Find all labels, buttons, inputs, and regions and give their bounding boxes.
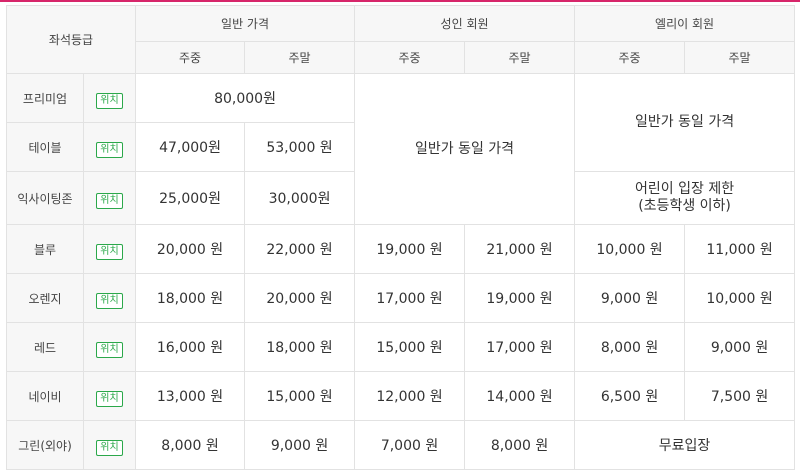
table-row: 레드 위치 16,000 원 18,000 원 15,000 원 17,000 … (6, 322, 796, 372)
price-cell: 30,000원 (244, 171, 356, 225)
price-cell: 8,000 원 (464, 420, 576, 470)
price-cell: 14,000 원 (464, 371, 576, 421)
general-price-header: 일반 가격 (135, 5, 356, 42)
adult-weekend-header: 주말 (464, 41, 576, 74)
kids-weekend-header: 주말 (684, 41, 796, 74)
location-cell: 위치 (82, 420, 137, 470)
seat-price-table: 좌석등급 일반 가격 성인 회원 엘리이 회원 주중 주말 주중 주말 주중 주… (5, 5, 796, 470)
seat-name: 레드 (6, 322, 84, 372)
location-cell: 위치 (82, 224, 137, 274)
general-weekend-header: 주말 (244, 41, 356, 74)
location-button[interactable]: 위치 (96, 341, 123, 358)
price-cell: 9,000 원 (244, 420, 356, 470)
price-cell: 10,000 원 (574, 224, 686, 274)
price-cell: 19,000 원 (464, 273, 576, 323)
table-row: 그린(외야) 위치 8,000 원 9,000 원 7,000 원 8,000 … (6, 420, 796, 470)
top-accent-line (0, 0, 800, 2)
price-cell: 18,000 원 (244, 322, 356, 372)
seat-name: 오렌지 (6, 273, 84, 323)
price-cell: 25,000원 (135, 171, 246, 225)
price-cell: 17,000 원 (464, 322, 576, 372)
kids-member-header: 엘리이 회원 (574, 5, 796, 42)
seat-name: 익사이팅존 (6, 171, 84, 225)
location-cell: 위치 (82, 73, 137, 123)
adult-member-header: 성인 회원 (354, 5, 576, 42)
price-cell: 18,000 원 (135, 273, 246, 323)
kids-same-as-general: 일반가 동일 가격 (574, 73, 796, 172)
location-button[interactable]: 위치 (96, 439, 123, 456)
price-cell: 15,000 원 (354, 322, 466, 372)
price-cell: 22,000 원 (244, 224, 356, 274)
seat-name: 프리미엄 (6, 73, 84, 123)
price-cell: 7,000 원 (354, 420, 466, 470)
price-cell: 16,000 원 (135, 322, 246, 372)
seat-grade-header: 좌석등급 (5, 5, 137, 74)
location-cell: 위치 (82, 171, 137, 225)
kids-free-entry: 무료입장 (574, 420, 796, 470)
price-cell: 20,000 원 (135, 224, 246, 274)
table-row: 오렌지 위치 18,000 원 20,000 원 17,000 원 19,000… (6, 273, 796, 323)
price-cell: 11,000 원 (684, 224, 796, 274)
adult-weekday-header: 주중 (354, 41, 466, 74)
location-button[interactable]: 위치 (96, 243, 123, 260)
price-cell: 8,000 원 (574, 322, 686, 372)
kids-restriction-line1: 어린이 입장 제한 (635, 181, 735, 197)
location-cell: 위치 (82, 122, 137, 172)
price-cell: 20,000 원 (244, 273, 356, 323)
table-row: 네이비 위치 13,000 원 15,000 원 12,000 원 14,000… (6, 371, 796, 421)
kids-restriction-line2: (초등학생 이하) (638, 198, 731, 214)
price-cell: 47,000원 (135, 122, 246, 172)
location-button[interactable]: 위치 (96, 192, 123, 209)
table-row: 블루 위치 20,000 원 22,000 원 19,000 원 21,000 … (6, 224, 796, 274)
seat-name: 블루 (6, 224, 84, 274)
general-weekday-header: 주중 (135, 41, 246, 74)
location-button[interactable]: 위치 (96, 390, 123, 407)
price-cell: 10,000 원 (684, 273, 796, 323)
price-cell: 15,000 원 (244, 371, 356, 421)
price-cell: 6,500 원 (574, 371, 686, 421)
price-cell: 9,000 원 (574, 273, 686, 323)
table-row: 프리미엄 위치 80,000원 일반가 동일 가격 일반가 동일 가격 (6, 73, 796, 225)
price-cell: 21,000 원 (464, 224, 576, 274)
price-cell: 19,000 원 (354, 224, 466, 274)
seat-name: 그린(외야) (6, 420, 84, 470)
location-cell: 위치 (82, 273, 137, 323)
price-table-page: 좌석등급 일반 가격 성인 회원 엘리이 회원 주중 주말 주중 주말 주중 주… (0, 0, 800, 472)
adult-same-as-general: 일반가 동일 가격 (354, 73, 576, 225)
location-button[interactable]: 위치 (96, 292, 123, 309)
price-cell: 13,000 원 (135, 371, 246, 421)
location-button[interactable]: 위치 (96, 92, 123, 109)
kids-restriction-note: 어린이 입장 제한 (초등학생 이하) (574, 171, 796, 225)
location-cell: 위치 (82, 371, 137, 421)
kids-weekday-header: 주중 (574, 41, 686, 74)
price-cell: 8,000 원 (135, 420, 246, 470)
price-cell: 7,500 원 (684, 371, 796, 421)
price-cell: 9,000 원 (684, 322, 796, 372)
location-button[interactable]: 위치 (96, 141, 123, 158)
price-cell: 12,000 원 (354, 371, 466, 421)
seat-name: 테이블 (6, 122, 84, 172)
premium-price: 80,000원 (135, 73, 356, 123)
price-cell: 17,000 원 (354, 273, 466, 323)
price-cell: 53,000 원 (244, 122, 356, 172)
location-cell: 위치 (82, 322, 137, 372)
seat-name: 네이비 (6, 371, 84, 421)
